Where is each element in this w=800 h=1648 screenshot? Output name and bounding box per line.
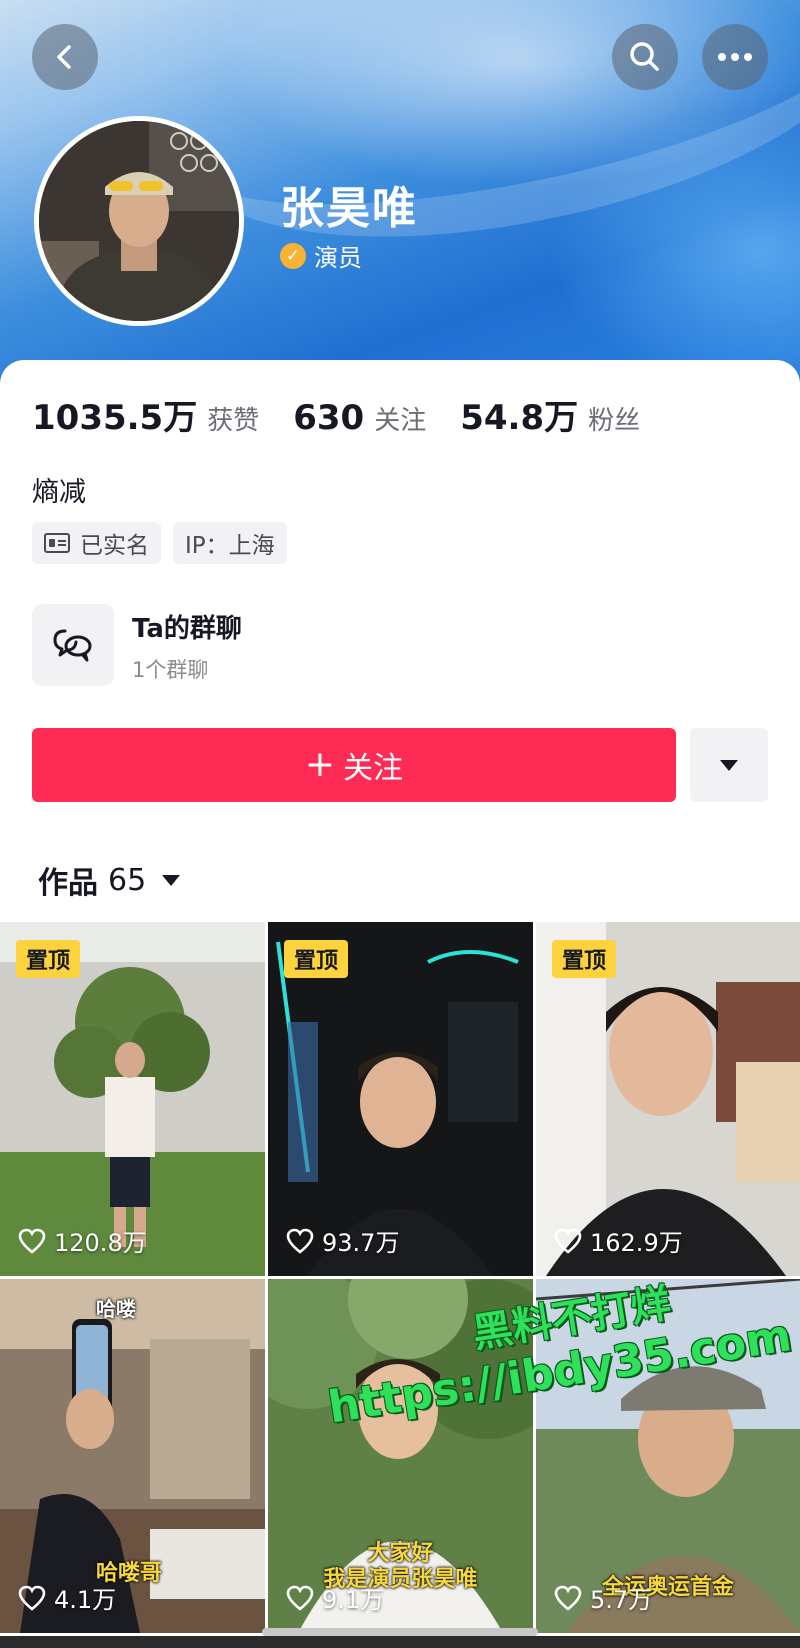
search-icon	[630, 42, 659, 71]
more-dots-icon	[718, 53, 752, 61]
profile-tags: 已实名 IP：上海	[32, 522, 287, 564]
bio-text: 熵减	[32, 477, 86, 508]
heart-icon	[18, 1228, 46, 1254]
home-indicator	[262, 1628, 538, 1636]
avatar[interactable]	[34, 116, 244, 326]
profile-card: 1035.5万 获赞 630 关注 54.8万 粉丝 熵减 已实名 IP：上海 …	[0, 360, 800, 920]
plus-icon: +	[304, 744, 336, 785]
chat-bubbles-icon	[53, 629, 92, 662]
stat-following[interactable]: 630 关注	[293, 398, 426, 438]
realname-tag-label: 已实名	[80, 533, 149, 559]
video-likes-count: 5.7万	[590, 1586, 653, 1614]
pinned-badge: 置顶	[16, 940, 81, 978]
next-row-peek	[0, 1636, 800, 1648]
group-chat-subtitle: 1个群聊	[132, 658, 209, 682]
verified-check-icon: ✓	[280, 242, 306, 269]
follow-button-label: 关注	[343, 751, 404, 786]
video-tile[interactable]: 置顶 162.9万	[536, 922, 800, 1276]
follow-button[interactable]: + 关注	[32, 728, 676, 802]
tab-works-count: 65	[108, 862, 147, 898]
heart-icon	[286, 1585, 314, 1611]
more-button[interactable]	[702, 24, 768, 90]
video-likes: 5.7万	[554, 1580, 652, 1615]
tab-works[interactable]: 作品 65	[38, 858, 181, 902]
video-likes-count: 4.1万	[54, 1586, 117, 1614]
stat-following-value: 630	[293, 398, 365, 438]
heart-icon	[18, 1585, 46, 1611]
video-likes-count: 120.8万	[54, 1229, 147, 1257]
video-caption-top: 哈喽	[96, 1297, 136, 1321]
caret-down-icon	[162, 874, 181, 886]
stat-likes[interactable]: 1035.5万 获赞	[32, 390, 259, 439]
video-likes: 120.8万	[18, 1223, 147, 1258]
tab-works-label: 作品	[38, 866, 98, 901]
group-chat-title[interactable]: Ta的群聊	[132, 608, 242, 645]
stat-followers-value: 54.8万	[460, 398, 579, 438]
stat-followers[interactable]: 54.8万 粉丝	[460, 390, 640, 439]
pinned-badge: 置顶	[552, 940, 617, 978]
verified-badge: ✓ 演员	[280, 238, 362, 273]
chevron-left-icon	[57, 45, 71, 69]
stat-following-label: 关注	[374, 406, 427, 436]
video-likes: 9.1万	[286, 1580, 384, 1615]
heart-icon	[554, 1585, 582, 1611]
realname-tag[interactable]: 已实名	[32, 522, 161, 564]
video-likes-count: 162.9万	[590, 1229, 683, 1257]
video-tile[interactable]: 置顶 120.8万	[0, 922, 265, 1276]
video-likes: 4.1万	[18, 1580, 116, 1615]
video-tile[interactable]: 置顶 93.7万	[268, 922, 533, 1276]
id-card-icon	[44, 533, 70, 553]
stat-followers-label: 粉丝	[588, 406, 641, 436]
recommend-dropdown-button[interactable]	[690, 728, 768, 802]
triangle-down-icon	[720, 759, 738, 771]
pinned-badge: 置顶	[284, 940, 349, 978]
stat-likes-value: 1035.5万	[32, 398, 198, 438]
avatar-photo	[39, 121, 239, 321]
ip-location-tag: IP：上海	[173, 522, 287, 564]
verified-label: 演员	[314, 244, 362, 272]
ip-location-label: IP：上海	[185, 533, 275, 559]
video-tile[interactable]: 哈喽 哈喽哥 4.1万	[0, 1279, 265, 1633]
video-likes-count: 9.1万	[322, 1586, 385, 1614]
video-likes: 162.9万	[554, 1223, 683, 1258]
profile-name: 张昊唯	[280, 183, 418, 234]
search-button[interactable]	[612, 24, 678, 90]
stat-likes-label: 获赞	[207, 406, 260, 436]
video-likes: 93.7万	[286, 1223, 399, 1258]
heart-icon	[554, 1228, 582, 1254]
video-likes-count: 93.7万	[322, 1229, 400, 1257]
group-chat-icon-box[interactable]	[32, 604, 114, 686]
back-button[interactable]	[32, 24, 98, 90]
heart-icon	[286, 1228, 314, 1254]
stats-row: 1035.5万 获赞 630 关注 54.8万 粉丝	[32, 390, 674, 439]
